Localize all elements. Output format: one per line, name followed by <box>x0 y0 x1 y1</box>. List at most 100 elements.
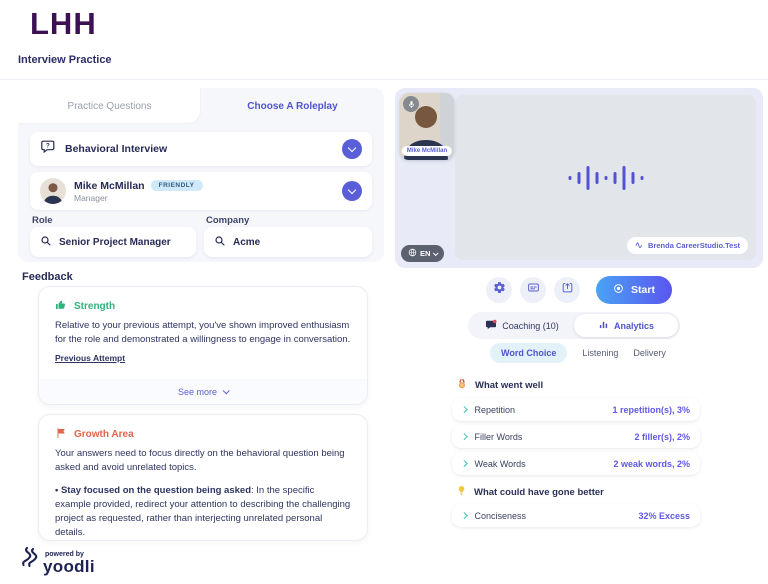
see-more-button[interactable]: See more <box>39 379 367 404</box>
gear-icon <box>493 281 506 299</box>
chevron-down-icon <box>433 250 439 256</box>
bot-icon <box>635 240 644 251</box>
growth-body: Your answers need to focus directly on t… <box>39 447 367 476</box>
participant-name-pill: Mike McMillan <box>402 146 452 156</box>
previous-attempt-link[interactable]: Previous Attempt <box>55 353 125 363</box>
bot-name-pill: Brenda CareerStudio.Test <box>627 237 748 254</box>
upload-button[interactable] <box>554 277 580 303</box>
thumbs-up-icon <box>55 299 67 314</box>
company-field-label: Company <box>206 215 249 226</box>
see-more-label: See more <box>178 387 217 397</box>
metric-row-filler-words[interactable]: Filler Words 2 filler(s), 2% <box>452 425 700 448</box>
roleplay-label: Behavioral Interview <box>65 143 167 155</box>
gone-better-heading: What could have gone better <box>456 485 604 499</box>
tab-coaching-label: Coaching (10) <box>502 321 559 331</box>
flag-icon <box>55 427 67 442</box>
chevron-right-icon <box>461 433 467 439</box>
metric-label: Filler Words <box>475 432 523 442</box>
upload-icon <box>561 281 574 299</box>
metric-label: Conciseness <box>475 511 527 521</box>
language-selector[interactable]: EN <box>401 245 444 262</box>
chevron-down-icon <box>223 387 230 394</box>
metric-value: 1 repetition(s), 3% <box>612 405 690 415</box>
metric-row-weak-words[interactable]: Weak Words 2 weak words, 2% <box>452 452 700 475</box>
friendly-badge: FRIENDLY <box>151 180 203 191</box>
metric-row-conciseness[interactable]: Conciseness 32% Excess <box>452 504 700 527</box>
strength-title: Strength <box>74 301 115 312</box>
yoodli-squiggle-icon <box>20 546 38 577</box>
bot-name: Brenda CareerStudio.Test <box>648 241 740 250</box>
mic-icon[interactable] <box>403 96 419 112</box>
coaching-chat-icon <box>485 319 497 333</box>
avatar <box>40 178 66 204</box>
chevron-right-icon <box>461 406 467 412</box>
captions-button[interactable] <box>520 277 546 303</box>
persona-selector[interactable]: Mike McMillan FRIENDLY Manager <box>30 172 372 210</box>
growth-bullet-title: • Stay focused on the question being ask… <box>55 485 251 496</box>
analytics-subtabs: Word Choice Listening Delivery <box>490 343 666 363</box>
waveform <box>568 166 643 190</box>
persona-text: Mike McMillan FRIENDLY Manager <box>74 180 203 203</box>
went-well-heading: What went well <box>456 378 543 393</box>
growth-bullet: • Stay focused on the question being ask… <box>39 484 367 541</box>
record-icon <box>613 283 624 297</box>
start-label: Start <box>631 284 655 296</box>
audio-stage: Brenda CareerStudio.Test <box>455 95 756 260</box>
growth-area-title: Growth Area <box>74 429 134 440</box>
role-field-label: Role <box>32 215 53 226</box>
feedback-heading: Feedback <box>22 271 73 283</box>
metric-label: Weak Words <box>475 459 526 469</box>
company-value: Acme <box>233 237 260 248</box>
persona-name: Mike McMillan <box>74 180 145 192</box>
captions-icon <box>527 281 540 299</box>
medal-icon <box>456 378 468 393</box>
metric-value: 2 filler(s), 2% <box>634 432 690 442</box>
persona-subtitle: Manager <box>74 193 203 203</box>
roleplay-setup-panel: Practice Questions Choose A Roleplay ? B… <box>18 88 384 262</box>
powered-by-yoodli: powered by yoodli <box>20 546 95 577</box>
tab-analytics-label: Analytics <box>614 321 654 331</box>
video-stage-card: Brenda CareerStudio.Test Mike McMillan E… <box>395 88 763 268</box>
language-code: EN <box>420 249 430 258</box>
strength-card: Strength Relative to your previous attem… <box>38 286 368 405</box>
chevron-down-icon[interactable] <box>342 139 362 159</box>
coaching-analytics-toggle: Coaching (10) Analytics <box>468 312 680 339</box>
start-button[interactable]: Start <box>596 276 672 304</box>
lightbulb-icon <box>456 485 467 499</box>
setup-tabbar: Practice Questions Choose A Roleplay <box>18 88 384 124</box>
metric-value: 2 weak words, 2% <box>613 459 690 469</box>
tab-choose-a-roleplay[interactable]: Choose A Roleplay <box>201 88 384 124</box>
metric-label: Repetition <box>475 405 516 415</box>
company-search-input[interactable]: Acme <box>204 227 372 257</box>
gone-better-label: What could have gone better <box>474 487 604 498</box>
tab-coaching[interactable]: Coaching (10) <box>470 314 574 337</box>
tab-practice-questions[interactable]: Practice Questions <box>18 88 201 124</box>
page-title: Interview Practice <box>18 54 112 66</box>
app-header: LHH Interview Practice <box>0 0 768 80</box>
chevron-down-icon[interactable] <box>342 181 362 201</box>
yoodli-wordmark: yoodli <box>43 558 95 577</box>
growth-area-card: Growth Area Your answers need to focus d… <box>38 414 368 541</box>
metric-value: 32% Excess <box>638 511 690 521</box>
role-value: Senior Project Manager <box>59 237 171 248</box>
metric-row-repetition[interactable]: Repetition 1 repetition(s), 3% <box>452 398 700 421</box>
role-search-input[interactable]: Senior Project Manager <box>30 227 196 257</box>
strength-body: Relative to your previous attempt, you'v… <box>39 319 367 348</box>
subtab-listening[interactable]: Listening <box>582 348 618 358</box>
chevron-right-icon <box>461 460 467 466</box>
subtab-word-choice[interactable]: Word Choice <box>490 343 567 363</box>
roleplay-selector[interactable]: ? Behavioral Interview <box>30 132 372 166</box>
went-well-label: What went well <box>475 380 543 391</box>
self-video-thumbnail[interactable]: Mike McMillan <box>400 93 454 160</box>
bar-chart-icon <box>598 319 609 332</box>
subtab-delivery[interactable]: Delivery <box>633 348 666 358</box>
settings-button[interactable] <box>486 277 512 303</box>
tab-analytics[interactable]: Analytics <box>574 314 678 337</box>
stage-controls: Start <box>395 276 763 304</box>
globe-icon <box>408 248 417 259</box>
chevron-right-icon <box>461 512 467 518</box>
search-icon <box>40 235 52 250</box>
lhh-logo: LHH <box>30 6 97 42</box>
chat-question-icon: ? <box>40 138 57 160</box>
search-icon <box>214 235 226 250</box>
